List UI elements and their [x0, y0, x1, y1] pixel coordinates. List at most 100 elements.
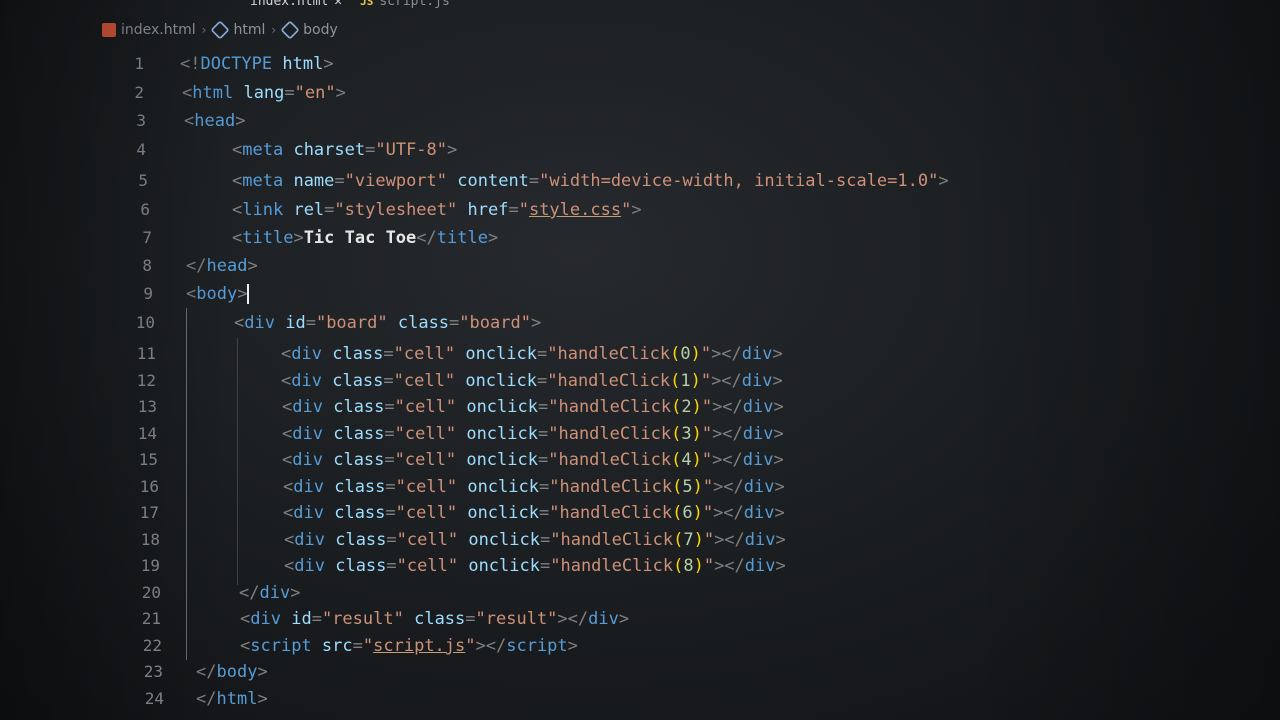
code-token: div — [291, 344, 322, 364]
code-token: "result" — [321, 609, 404, 629]
code-text: <div id="result" class="result"></div> — [240, 607, 629, 631]
code-token: = — [537, 424, 549, 444]
text-cursor — [247, 284, 250, 304]
code-token: " — [702, 477, 714, 497]
code-token: script — [250, 636, 312, 656]
code-token: class — [332, 371, 384, 391]
code-token: ></ — [713, 477, 744, 497]
code-token: < — [232, 228, 243, 248]
line-number: 9 — [143, 284, 153, 303]
code-token: > — [335, 83, 346, 103]
code-token: > — [772, 371, 783, 391]
line-number: 22 — [142, 636, 162, 655]
code-token: = — [383, 371, 394, 391]
code-token: = — [384, 450, 395, 470]
code-token: "cell" — [394, 450, 457, 470]
code-token: onclick — [468, 556, 540, 576]
code-token: "board" — [459, 313, 531, 333]
line-number: 1 — [134, 54, 144, 73]
code-token: ) — [693, 530, 704, 550]
code-token: "handleClick — [549, 503, 673, 523]
code-token: 1 — [680, 371, 691, 391]
code-token: body — [216, 662, 258, 682]
code-token: div — [292, 424, 323, 444]
code-token: body — [196, 284, 238, 304]
code-token: ( — [672, 503, 683, 523]
code-token: > — [487, 228, 499, 248]
code-token: div — [292, 450, 323, 470]
code-token: 2 — [681, 397, 692, 417]
code-token: div — [743, 503, 775, 523]
line-number: 2 — [134, 83, 144, 102]
code-token: > — [237, 284, 248, 304]
code-token: " — [700, 371, 712, 391]
code-token: "cell" — [396, 530, 459, 550]
code-token: "handleClick — [550, 556, 674, 576]
code-token: > — [772, 344, 783, 364]
code-token: > — [447, 140, 458, 160]
code-token: class — [333, 450, 385, 470]
code-token: div — [244, 313, 275, 333]
code-token: div — [741, 371, 773, 391]
code-token: = — [537, 397, 549, 417]
code-token: html — [192, 83, 234, 103]
code-token: "cell" — [393, 344, 456, 364]
code-text: <html lang="en"> — [182, 81, 346, 105]
code-token: " — [702, 503, 714, 523]
code-token: > — [530, 313, 542, 333]
code-token: ) — [690, 371, 701, 391]
code-token: ( — [672, 477, 683, 497]
code-token: = — [386, 530, 397, 550]
code-token: ( — [670, 371, 681, 391]
line-number: 6 — [140, 200, 150, 219]
code-editor[interactable]: 1 <!DOCTYPE html> 2 <html lang="en"> 3 <head>… — [0, 0, 1280, 720]
code-token: div — [742, 397, 774, 417]
code-token: onclick — [467, 503, 539, 523]
code-token: head — [194, 111, 236, 131]
code-token: "handleClick — [548, 397, 672, 417]
code-token: onclick — [466, 397, 538, 417]
code-token: "handleClick — [548, 450, 672, 470]
code-token: "cell" — [394, 424, 457, 444]
code-token: > — [257, 689, 268, 709]
code-token: > — [293, 228, 304, 248]
line-number: 14 — [137, 424, 157, 443]
code-token: ></ — [714, 556, 745, 576]
code-token: = — [334, 171, 345, 191]
code-token: > — [773, 397, 784, 417]
code-token: = — [365, 140, 376, 160]
code-token: < — [284, 530, 295, 550]
code-token: < — [240, 609, 251, 629]
code-token: < — [232, 171, 243, 191]
code-text: <div class="cell" onclick="handleClick(4… — [282, 448, 784, 472]
code-token: class — [335, 530, 387, 550]
code-token: = — [536, 344, 548, 364]
code-token: " — [701, 424, 713, 444]
code-token: " — [621, 200, 632, 220]
code-token: = — [284, 83, 295, 103]
code-token: < — [283, 503, 294, 523]
code-token: > — [247, 256, 258, 276]
code-token: < — [234, 313, 245, 333]
code-token: "board" — [315, 313, 388, 333]
code-token: > — [631, 200, 642, 220]
code-token: id — [285, 313, 306, 333]
code-token: html — [216, 689, 258, 709]
code-token: < — [282, 397, 293, 417]
code-token: </ — [196, 662, 217, 682]
code-token: div — [293, 503, 324, 523]
code-text: </head> — [186, 254, 258, 278]
code-token: 8 — [683, 556, 694, 576]
code-token: DOCTYPE — [200, 54, 273, 74]
code-token: div — [259, 583, 291, 603]
